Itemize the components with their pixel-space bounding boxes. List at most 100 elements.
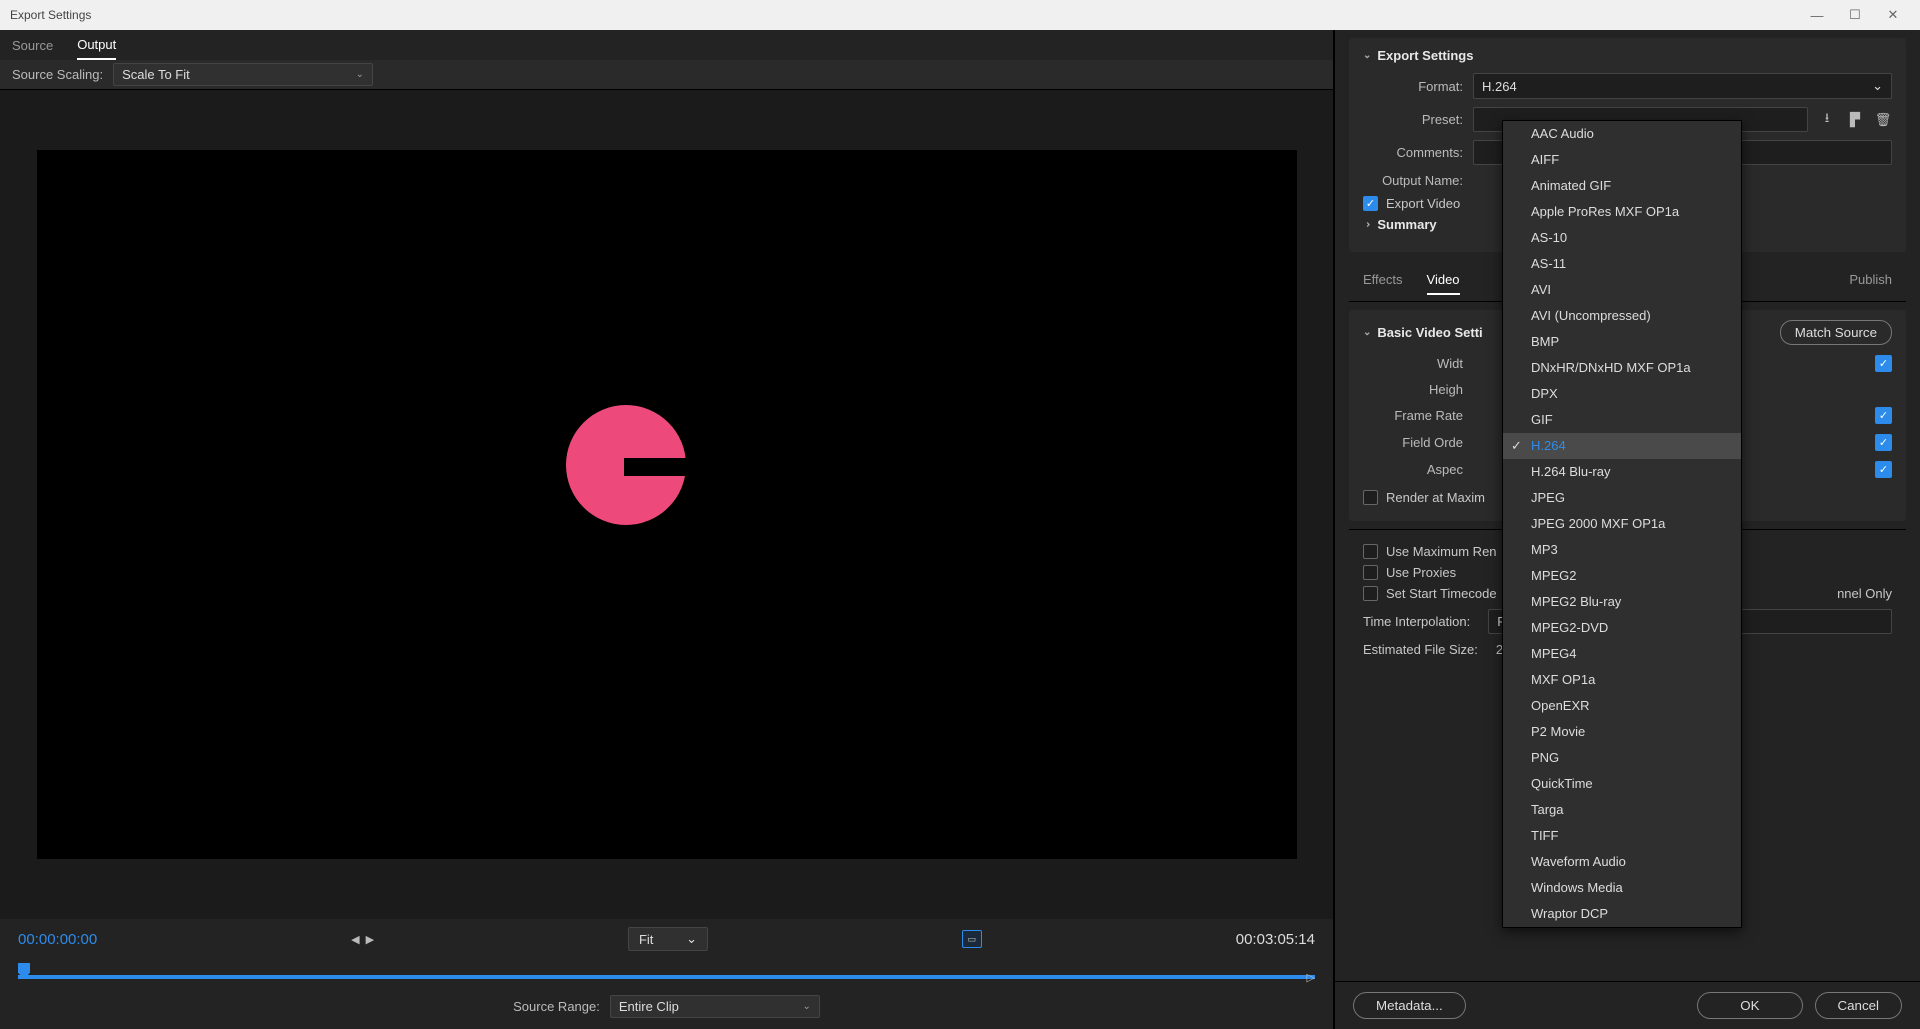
- chevron-down-icon: ⌄: [686, 931, 697, 947]
- format-option[interactable]: OpenEXR: [1503, 693, 1741, 719]
- frame-rate-label: Frame Rate: [1363, 408, 1463, 423]
- use-max-render-checkbox[interactable]: [1363, 544, 1378, 559]
- zoom-fit-select[interactable]: Fit ⌄: [628, 927, 708, 951]
- format-option[interactable]: AS-11: [1503, 251, 1741, 277]
- minimize-button[interactable]: —: [1810, 8, 1824, 22]
- export-video-label: Export Video: [1386, 196, 1460, 211]
- export-video-checkbox[interactable]: [1363, 196, 1378, 211]
- preview-panel: Source Output Source Scaling: Scale To F…: [0, 30, 1335, 1029]
- tab-source[interactable]: Source: [12, 32, 53, 59]
- preset-label: Preset:: [1363, 112, 1463, 127]
- render-max-checkbox[interactable]: [1363, 490, 1378, 505]
- disclose-icon: ⌄: [1362, 220, 1373, 228]
- tab-video[interactable]: Video: [1427, 266, 1460, 295]
- window-title: Export Settings: [10, 8, 91, 22]
- step-buttons: ◀ ▶: [351, 933, 374, 946]
- format-option[interactable]: MPEG2-DVD: [1503, 615, 1741, 641]
- source-range-select[interactable]: Entire Clip ⌄: [610, 995, 820, 1018]
- format-option[interactable]: Targa: [1503, 797, 1741, 823]
- format-option[interactable]: P2 Movie: [1503, 719, 1741, 745]
- tab-output[interactable]: Output: [77, 31, 116, 60]
- format-option[interactable]: AS-10: [1503, 225, 1741, 251]
- width-label: Widt: [1363, 356, 1463, 371]
- match-source-button[interactable]: Match Source: [1780, 320, 1892, 345]
- format-option[interactable]: Waveform Audio: [1503, 849, 1741, 875]
- tab-effects[interactable]: Effects: [1363, 266, 1403, 295]
- aspect-ratio-button[interactable]: ▭: [962, 930, 982, 948]
- summary-label: Summary: [1377, 217, 1436, 232]
- format-option[interactable]: AIFF: [1503, 147, 1741, 173]
- format-option[interactable]: DNxHR/DNxHD MXF OP1a: [1503, 355, 1741, 381]
- output-name-label: Output Name:: [1363, 173, 1463, 188]
- format-option[interactable]: DPX: [1503, 381, 1741, 407]
- timeline-bar: 00:00:00:00 ◀ ▶ Fit ⌄ ▭ 00:03:05:14 ▷ So…: [0, 919, 1333, 1029]
- use-max-render-label: Use Maximum Ren: [1386, 544, 1497, 559]
- format-select[interactable]: H.264 ⌄: [1473, 73, 1892, 99]
- field-order-label: Field Orde: [1363, 435, 1463, 450]
- format-option[interactable]: Apple ProRes MXF OP1a: [1503, 199, 1741, 225]
- preset-icon-row: ⭳ ▛ 🗑: [1818, 111, 1892, 129]
- timeline-range: [18, 975, 1315, 979]
- format-option[interactable]: AVI: [1503, 277, 1741, 303]
- format-option[interactable]: MPEG4: [1503, 641, 1741, 667]
- preview-canvas[interactable]: [37, 150, 1297, 859]
- out-handle-icon[interactable]: ▷: [1307, 971, 1315, 984]
- format-option[interactable]: MXF OP1a: [1503, 667, 1741, 693]
- time-interp-label: Time Interpolation:: [1363, 614, 1470, 629]
- format-option[interactable]: Wraptor DCP: [1503, 901, 1741, 927]
- timeline-track[interactable]: ▷: [18, 963, 1315, 985]
- frame-rate-checkbox[interactable]: [1875, 407, 1892, 424]
- step-back-icon[interactable]: ◀: [351, 933, 359, 946]
- disclose-icon: ⌄: [1363, 327, 1371, 338]
- window-controls: — ☐ ✕: [1810, 8, 1910, 22]
- aspect-checkbox[interactable]: [1875, 461, 1892, 478]
- format-option[interactable]: QuickTime: [1503, 771, 1741, 797]
- aspect-label: Aspec: [1363, 462, 1463, 477]
- format-option[interactable]: AAC Audio: [1503, 121, 1741, 147]
- format-option[interactable]: H.264: [1503, 433, 1741, 459]
- source-scaling-select[interactable]: Scale To Fit ⌄: [113, 63, 373, 86]
- export-settings-title: Export Settings: [1377, 48, 1473, 63]
- format-option[interactable]: Animated GIF: [1503, 173, 1741, 199]
- preview-area: [0, 90, 1333, 919]
- format-dropdown-list[interactable]: AAC AudioAIFFAnimated GIFApple ProRes MX…: [1502, 120, 1742, 928]
- metadata-button[interactable]: Metadata...: [1353, 992, 1466, 1019]
- format-option[interactable]: JPEG: [1503, 485, 1741, 511]
- format-option[interactable]: TIFF: [1503, 823, 1741, 849]
- save-preset-icon[interactable]: ▛: [1846, 111, 1864, 129]
- source-range-row: Source Range: Entire Clip ⌄: [18, 995, 1315, 1018]
- maximize-button[interactable]: ☐: [1848, 8, 1862, 22]
- format-option[interactable]: H.264 Blu-ray: [1503, 459, 1741, 485]
- footer-row: Metadata... OK Cancel: [1335, 981, 1920, 1029]
- format-option[interactable]: PNG: [1503, 745, 1741, 771]
- delete-preset-icon[interactable]: 🗑: [1874, 111, 1892, 129]
- source-range-label: Source Range:: [513, 999, 600, 1014]
- basic-video-title: Basic Video Setti: [1377, 325, 1482, 340]
- timecode-in[interactable]: 00:00:00:00: [18, 931, 97, 948]
- channel-only-suffix: nnel Only: [1837, 586, 1892, 601]
- format-option[interactable]: GIF: [1503, 407, 1741, 433]
- cancel-button[interactable]: Cancel: [1815, 992, 1903, 1019]
- export-settings-header[interactable]: ⌄ Export Settings: [1363, 48, 1892, 63]
- format-option[interactable]: BMP: [1503, 329, 1741, 355]
- format-option[interactable]: MPEG2: [1503, 563, 1741, 589]
- format-option[interactable]: MP3: [1503, 537, 1741, 563]
- format-option[interactable]: AVI (Uncompressed): [1503, 303, 1741, 329]
- format-option[interactable]: Windows Media: [1503, 875, 1741, 901]
- close-button[interactable]: ✕: [1886, 8, 1900, 22]
- width-link-checkbox[interactable]: [1875, 355, 1892, 372]
- set-start-tc-checkbox[interactable]: [1363, 586, 1378, 601]
- tab-publish[interactable]: Publish: [1849, 266, 1892, 295]
- timecode-out: 00:03:05:14: [1236, 931, 1315, 948]
- format-option[interactable]: JPEG 2000 MXF OP1a: [1503, 511, 1741, 537]
- step-fwd-icon[interactable]: ▶: [366, 933, 374, 946]
- source-scaling-label: Source Scaling:: [12, 67, 103, 82]
- import-preset-icon[interactable]: ⭳: [1818, 111, 1836, 129]
- set-start-tc-label: Set Start Timecode: [1386, 586, 1497, 601]
- use-proxies-checkbox[interactable]: [1363, 565, 1378, 580]
- chevron-down-icon: ⌄: [356, 69, 364, 80]
- ok-button[interactable]: OK: [1697, 992, 1802, 1019]
- format-option[interactable]: MPEG2 Blu-ray: [1503, 589, 1741, 615]
- field-order-checkbox[interactable]: [1875, 434, 1892, 451]
- format-label: Format:: [1363, 79, 1463, 94]
